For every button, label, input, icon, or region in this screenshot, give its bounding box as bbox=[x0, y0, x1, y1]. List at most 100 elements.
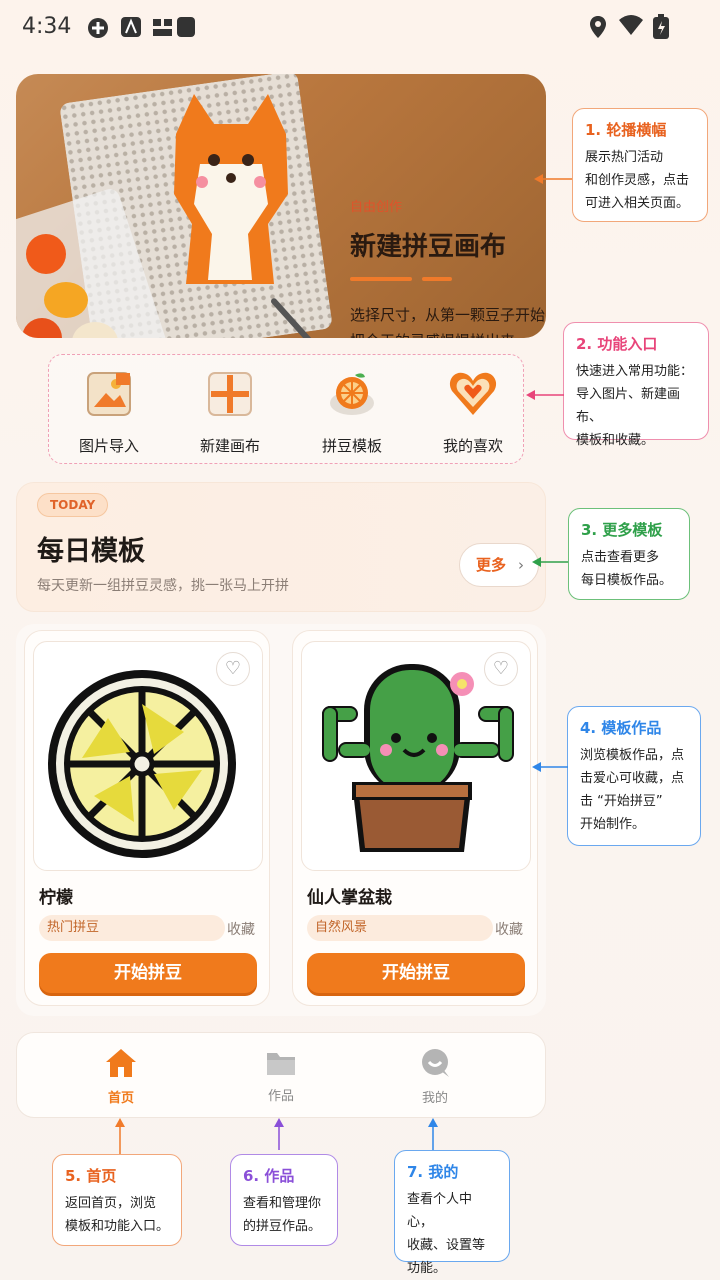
callout-line: 模板和收藏。 bbox=[576, 433, 655, 448]
quick-entry-new-canvas[interactable]: 新建画布 bbox=[180, 367, 280, 456]
nav-label: 我的 bbox=[421, 1091, 448, 1106]
callout-home: 5. 首页 返回首页，浏览 模板和功能入口。 bbox=[52, 1154, 182, 1246]
template-image-cactus: ♡ bbox=[301, 641, 531, 871]
status-time: 4:34 bbox=[22, 14, 72, 39]
callout-banner: 1. 轮播横幅 展示热门活动 和创作灵感，点击 可进入相关页面。 bbox=[572, 108, 708, 222]
callout-title: 3. 更多模板 bbox=[581, 521, 663, 539]
callout-line: 的拼豆作品。 bbox=[243, 1219, 322, 1234]
bead-pile bbox=[26, 234, 66, 274]
callout-arrow bbox=[532, 557, 568, 567]
callout-line: 查看和管理你 bbox=[243, 1196, 322, 1211]
battery-icon bbox=[653, 14, 669, 39]
heart-outline-icon: ♡ bbox=[492, 658, 510, 679]
quick-entry-label: 我的喜欢 bbox=[442, 437, 503, 455]
nav-works[interactable]: 作品 bbox=[241, 1047, 321, 1104]
callout-line: 功能。 bbox=[407, 1261, 447, 1276]
start-bead-button[interactable]: 开始拼豆 bbox=[307, 953, 525, 993]
card-title: 柠檬 bbox=[39, 888, 73, 908]
profile-icon bbox=[422, 1049, 449, 1077]
template-card-lemon[interactable]: ♡ 柠檬 热门拼豆 收藏 开始拼豆 bbox=[24, 630, 270, 1006]
quick-entry-templates[interactable]: 拼豆模板 bbox=[302, 367, 402, 456]
callout-line: 击爱心可收藏，点 bbox=[580, 771, 685, 786]
card-tag: 热门拼豆 bbox=[39, 915, 225, 941]
daily-templates-section: TODAY 每日模板 每天更新一组拼豆灵感，挑一张马上开拼 更多 › bbox=[16, 482, 546, 612]
favorite-heart-button[interactable]: ♡ bbox=[216, 652, 250, 686]
banner-tag: 自由创作 bbox=[350, 200, 403, 215]
new-canvas-icon bbox=[208, 372, 252, 416]
nav-home[interactable]: 首页 bbox=[81, 1047, 161, 1106]
nav-mine[interactable]: 我的 bbox=[395, 1047, 475, 1106]
callout-line: 查看个人中心， bbox=[407, 1192, 473, 1230]
quick-entry-label: 拼豆模板 bbox=[321, 437, 382, 455]
callout-line: 收藏、设置等 bbox=[407, 1238, 486, 1253]
heart-icon bbox=[449, 372, 497, 415]
template-card-cactus[interactable]: ♡ 仙人掌盆栽 自然风景 收藏 开始拼豆 bbox=[292, 630, 538, 1006]
callout-line: 每日模板作品。 bbox=[581, 573, 673, 588]
callout-arrow bbox=[428, 1118, 438, 1150]
callout-arrow bbox=[534, 174, 572, 184]
quick-entry-panel: 图片导入 新建画布 拼豆模板 我的喜欢 bbox=[48, 354, 524, 464]
card-favorite-link[interactable]: 收藏 bbox=[495, 919, 523, 939]
callout-title: 4. 模板作品 bbox=[580, 719, 662, 737]
start-bead-button[interactable]: 开始拼豆 bbox=[39, 953, 257, 993]
folder-icon bbox=[267, 1053, 295, 1075]
callout-title: 5. 首页 bbox=[65, 1167, 117, 1185]
callout-more-templates: 3. 更多模板 点击查看更多 每日模板作品。 bbox=[568, 508, 690, 600]
callout-line: 展示热门活动 bbox=[585, 150, 664, 165]
callout-arrow bbox=[532, 762, 568, 772]
callout-line: 模板和功能入口。 bbox=[65, 1219, 170, 1234]
bottom-navigation: 首页 作品 我的 bbox=[16, 1032, 546, 1118]
callout-quick-entries: 2. 功能入口 快速进入常用功能： 导入图片、新建画布、 模板和收藏。 bbox=[563, 322, 709, 448]
quick-entry-label: 新建画布 bbox=[199, 437, 260, 455]
nav-label: 首页 bbox=[107, 1091, 134, 1106]
callout-line: 快速进入常用功能： bbox=[576, 364, 694, 379]
chevron-right-icon: › bbox=[518, 556, 524, 574]
more-templates-button[interactable]: 更多 › bbox=[459, 543, 539, 587]
banner-description: 选择尺寸，从第一颗豆子开始 把今天的灵感慢慢拼出来 bbox=[350, 302, 546, 338]
banner-desc-line: 把今天的灵感慢慢拼出来 bbox=[350, 328, 546, 338]
home-icon bbox=[106, 1049, 136, 1077]
card-tag: 自然风景 bbox=[307, 915, 493, 941]
favorite-heart-button[interactable]: ♡ bbox=[484, 652, 518, 686]
callout-line: 点击查看更多 bbox=[581, 550, 660, 565]
template-image-lemon: ♡ bbox=[33, 641, 263, 871]
callout-line: 浏览模板作品，点 bbox=[580, 748, 685, 763]
grid-app-icon bbox=[153, 19, 172, 36]
callout-arrow bbox=[115, 1118, 125, 1154]
more-label: 更多 bbox=[476, 556, 507, 574]
image-import-icon bbox=[87, 372, 131, 416]
callout-line: 开始制作。 bbox=[580, 817, 646, 832]
today-badge: TODAY bbox=[37, 493, 109, 517]
card-title: 仙人掌盆栽 bbox=[307, 888, 392, 908]
carousel-banner[interactable]: 自由创作 新建拼豆画布 选择尺寸，从第一颗豆子开始 把今天的灵感慢慢拼出来 bbox=[16, 74, 546, 338]
daily-subtitle: 每天更新一组拼豆灵感，挑一张马上开拼 bbox=[37, 578, 289, 594]
callout-works: 6. 作品 查看和管理你 的拼豆作品。 bbox=[230, 1154, 338, 1246]
location-icon bbox=[590, 16, 606, 38]
app-notification-icon bbox=[88, 18, 108, 38]
heart-outline-icon: ♡ bbox=[224, 658, 242, 679]
callout-title: 1. 轮播横幅 bbox=[585, 121, 667, 139]
banner-title: 新建拼豆画布 bbox=[350, 232, 507, 262]
daily-title: 每日模板 bbox=[37, 536, 145, 567]
callout-arrow bbox=[526, 390, 564, 400]
callout-line: 击 “开始拼豆” bbox=[580, 794, 663, 809]
callout-arrow bbox=[274, 1118, 284, 1150]
callout-template-works: 4. 模板作品 浏览模板作品，点 击爱心可收藏，点 击 “开始拼豆” 开始制作。 bbox=[567, 706, 701, 846]
callout-line: 返回首页，浏览 bbox=[65, 1196, 157, 1211]
nav-label: 作品 bbox=[267, 1089, 294, 1104]
quick-entry-label: 图片导入 bbox=[78, 437, 139, 455]
shiba-bead-art bbox=[174, 94, 288, 284]
banner-dash bbox=[350, 277, 412, 281]
card-favorite-link[interactable]: 收藏 bbox=[227, 919, 255, 939]
callout-line: 可进入相关页面。 bbox=[585, 196, 690, 211]
callout-line: 导入图片、新建画布、 bbox=[576, 387, 681, 425]
bead-pile bbox=[44, 282, 88, 318]
banner-desc-line: 选择尺寸，从第一颗豆子开始 bbox=[350, 306, 546, 324]
callout-title: 2. 功能入口 bbox=[576, 335, 658, 353]
font-app-icon bbox=[121, 17, 141, 37]
quick-entry-image-import[interactable]: 图片导入 bbox=[59, 367, 159, 456]
callout-title: 6. 作品 bbox=[243, 1167, 295, 1185]
quick-entry-favorites[interactable]: 我的喜欢 bbox=[423, 367, 523, 456]
wifi-icon bbox=[619, 15, 643, 35]
square-app-icon bbox=[177, 17, 195, 37]
